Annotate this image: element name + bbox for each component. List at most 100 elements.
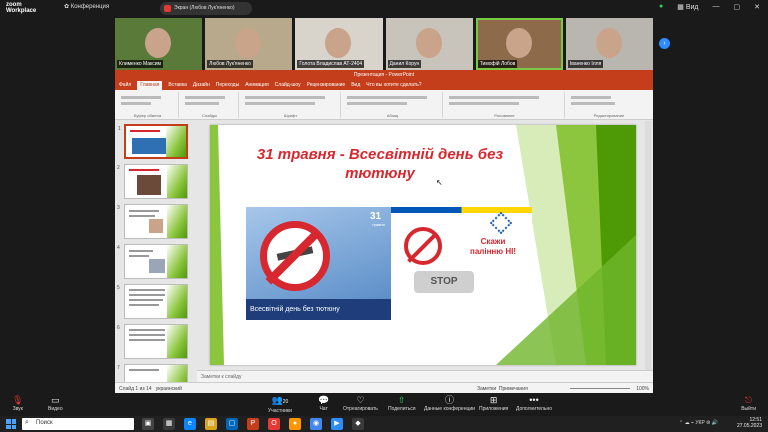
minimize-icon[interactable]: —	[713, 3, 720, 11]
ribbon-group-drawing[interactable]: Рисование	[445, 92, 565, 118]
more-button[interactable]: ••• Дополнительно	[516, 395, 552, 412]
tab-home[interactable]: Главная	[137, 81, 163, 90]
widgets-icon[interactable]: ▦	[163, 418, 175, 430]
participant-face	[325, 28, 352, 58]
slide-thumbnail-pane: 1 2 3 4 5 6 7	[115, 121, 195, 382]
slide-thumbnail[interactable]: 4	[117, 244, 188, 279]
tab-file[interactable]: Файл	[119, 81, 131, 90]
search-icon: ⌕	[25, 419, 29, 426]
system-tray[interactable]: ⌃ ☁ ⌁ УКР ⊜ 🔊	[679, 420, 718, 426]
microphone-muted-icon: 🎙	[12, 395, 24, 405]
chrome-icon[interactable]: ◉	[310, 418, 322, 430]
slide-thumbnail[interactable]: 2	[117, 164, 188, 199]
maximize-icon[interactable]: ▢	[734, 3, 741, 11]
zoom-top-bar: zoom Workplace ✿ Конференция Экран (Любо…	[0, 0, 768, 17]
slide-banner-image[interactable]: 31 травня Всесвітній день без тютюну Ска…	[246, 207, 532, 320]
banner-slogan: Скажи палінню НІ!	[470, 237, 516, 256]
edge-icon[interactable]: e	[184, 418, 196, 430]
taskbar-search-input[interactable]: ⌕ Поиск	[22, 418, 134, 430]
next-page-chevron-icon[interactable]: ›	[659, 38, 670, 49]
slide-thumbnail[interactable]: 3	[117, 204, 188, 239]
video-tile[interactable]: Клименко Максим	[115, 18, 203, 70]
slide-thumbnail[interactable]: 1	[118, 124, 188, 159]
video-tile[interactable]: Іваненко Ілля	[565, 18, 654, 70]
heart-icon: ♡	[356, 395, 365, 405]
video-tile[interactable]: Любов Лук'яненко	[205, 18, 293, 70]
video-tile[interactable]: Данил Корун	[385, 18, 473, 70]
powerpoint-window: Презентация - PowerPoint Файл Главная Вс…	[115, 70, 653, 393]
tab-insert[interactable]: Вставка	[168, 81, 187, 90]
view-button[interactable]: ▦ Вид	[677, 3, 698, 11]
file-explorer-icon[interactable]: ▤	[205, 418, 217, 430]
zoom-logo: zoom Workplace	[6, 2, 37, 14]
powerpoint-icon[interactable]: P	[247, 418, 259, 430]
slide-thumbnail[interactable]: 5	[117, 284, 188, 319]
banner-date-month: травня	[372, 222, 385, 227]
tab-transitions[interactable]: Переходы	[216, 81, 239, 90]
tab-animations[interactable]: Анимация	[245, 81, 268, 90]
zoom-level[interactable]: 100%	[636, 386, 649, 392]
conference-info-button[interactable]: ✿ Конференция	[64, 3, 109, 10]
info-icon: ⓘ	[444, 395, 454, 405]
ukraine-ribbon-icon	[391, 207, 532, 213]
app-icon[interactable]: ◆	[352, 418, 364, 430]
windows-start-icon[interactable]	[6, 419, 16, 429]
audio-button[interactable]: 🎙 Звук	[12, 395, 23, 412]
ribbon-group-font[interactable]: Шрифт	[241, 92, 341, 118]
chat-button[interactable]: 💬 Чат	[318, 395, 329, 412]
ribbon-group-clipboard[interactable]: Буфер обмена	[117, 92, 179, 118]
opera-icon[interactable]: O	[268, 418, 280, 430]
taskbar-clock[interactable]: 12:51 27.05.2023	[737, 417, 762, 429]
slide-vertical-scrollbar[interactable]	[645, 121, 651, 371]
slide-notes-input[interactable]: Заметки к слайду	[197, 370, 653, 382]
zoom-slider[interactable]	[570, 388, 630, 389]
zoom-meeting-toolbar: 🎙 Звук ▭ Видео 👥20 Участники 💬 Чат ♡ Отреагир…	[0, 394, 768, 416]
camera-icon: ▭	[51, 395, 60, 405]
ribbon-group-paragraph[interactable]: Абзац	[343, 92, 443, 118]
banner-caption: Всесвітній день без тютюну	[246, 299, 391, 320]
leave-icon: ⎋	[745, 395, 753, 405]
tell-me-search[interactable]: Что вы хотите сделать?	[366, 81, 421, 90]
video-button[interactable]: ▭ Видео	[48, 395, 63, 412]
ribbon-group-slides[interactable]: Слайды	[181, 92, 239, 118]
video-tile-active-speaker[interactable]: Тимофій Лобов	[475, 18, 563, 70]
conference-data-button[interactable]: ⓘ Данные конференции	[424, 395, 475, 412]
store-icon[interactable]: ▢	[226, 418, 238, 430]
ppt-title-bar: Презентация - PowerPoint	[115, 70, 653, 81]
leave-meeting-button[interactable]: ⎋ Выйти	[741, 395, 756, 412]
screen-share-indicator[interactable]: Экран (Любов Лук'яненко)	[160, 2, 252, 15]
close-icon[interactable]: ✕	[754, 3, 760, 11]
tab-review[interactable]: Рецензирование	[307, 81, 346, 90]
share-screen-button[interactable]: ⇧ Поделиться	[388, 395, 416, 412]
share-screen-icon: ⇧	[398, 395, 406, 405]
no-smoking-sign-icon	[260, 221, 330, 291]
slide-thumbnail[interactable]: 7	[117, 364, 188, 382]
windows-taskbar: ⌕ Поиск ▣ ▦ e ▤ ▢ P O ● ◉ ▶ ◆ ⌃ ☁ ⌁ УКР ⊜…	[0, 416, 768, 432]
participant-face	[595, 28, 622, 58]
video-strip: Клименко Максим Любов Лук'яненко Голота …	[115, 18, 654, 70]
task-view-icon[interactable]: ▣	[142, 418, 154, 430]
share-screen-icon	[164, 5, 171, 12]
video-tile[interactable]: Голота Владислав АТ-2404	[295, 18, 383, 70]
slide-thumbnail[interactable]: 6	[117, 324, 188, 359]
apps-button[interactable]: ⊞ Приложения	[479, 395, 508, 412]
taskbar-apps: ▣ ▦ e ▤ ▢ P O ● ◉ ▶ ◆	[142, 418, 364, 430]
slide-canvas[interactable]: 31 травня - Всесвітній день без тютюну 3…	[210, 125, 636, 365]
tab-slideshow[interactable]: Слайд-шоу	[275, 81, 301, 90]
tab-design[interactable]: Дизайн	[193, 81, 210, 90]
participant-name: Данил Корун	[387, 60, 422, 68]
slide-title[interactable]: 31 травня - Всесвітній день без тютюну	[230, 145, 530, 183]
participant-face	[415, 28, 442, 58]
ribbon-group-editing[interactable]: Редактирование	[567, 92, 651, 118]
ppt-ribbon: Буфер обмена Слайды Шрифт Абзац Рисовани…	[115, 90, 653, 120]
zoom-app-icon[interactable]: ▶	[331, 418, 343, 430]
participant-name: Тимофій Лобов	[477, 60, 518, 68]
status-slide-count: Слайд 1 из 14 украинский	[119, 386, 182, 392]
participants-button[interactable]: 👥20 Участники	[268, 395, 292, 414]
more-icon: •••	[529, 395, 539, 405]
mouse-cursor-icon: ↖	[436, 178, 443, 187]
status-notes-comments[interactable]: Заметки Примечания	[477, 386, 528, 392]
firefox-icon[interactable]: ●	[289, 418, 301, 430]
react-button[interactable]: ♡ Отреагировать	[343, 395, 378, 412]
tab-view[interactable]: Вид	[351, 81, 360, 90]
